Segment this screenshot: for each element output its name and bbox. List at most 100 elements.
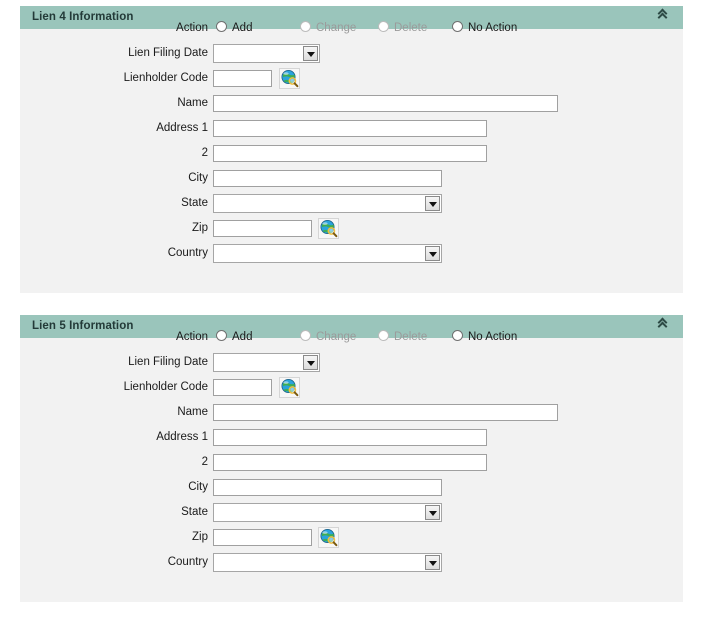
- chevron-down-icon[interactable]: [425, 246, 440, 261]
- lien-4-action-no-action-label: No Action: [468, 22, 518, 34]
- radio-icon: [300, 21, 311, 32]
- radio-icon: [452, 21, 463, 32]
- lien-5-filing-date-row: Lien Filing Date: [20, 350, 683, 375]
- lien-5-name-row: Name: [20, 400, 683, 425]
- lien-5-city-input[interactable]: [213, 479, 442, 496]
- lien-5-city-label-col: City: [20, 475, 208, 500]
- lien-4-state-label: State: [181, 197, 208, 209]
- lien-5-action-change-label: Change: [316, 331, 357, 343]
- lien-4-panel-body: Action Add Change Delete No Action Lien …: [20, 21, 683, 293]
- globe-search-icon[interactable]: [318, 218, 339, 239]
- lien-5-address2-label: 2: [201, 456, 208, 468]
- lien-4-action-add[interactable]: Add: [216, 16, 252, 41]
- lien-5-zip-row: Zip: [20, 525, 683, 550]
- chevron-down-icon[interactable]: [425, 505, 440, 520]
- lien-5-city-label: City: [188, 481, 208, 493]
- lien-5-country-label-col: Country: [20, 550, 208, 575]
- lien-5-filing-date-label-col: Lien Filing Date: [20, 350, 208, 375]
- lien-5-zip-label-col: Zip: [20, 525, 208, 550]
- lien-5-action-delete-label: Delete: [394, 331, 428, 343]
- lien-4-action-label-col: Action: [20, 16, 208, 41]
- radio-icon: [300, 330, 311, 341]
- lien-5-action-change[interactable]: Change: [300, 325, 356, 350]
- lien-4-zip-input[interactable]: [213, 220, 312, 237]
- lien-5-action-label: Action: [176, 331, 208, 343]
- lien-4-name-input[interactable]: [213, 95, 558, 112]
- lien-5-address1-label-col: Address 1: [20, 425, 208, 450]
- lien-5-state-select[interactable]: [213, 503, 442, 522]
- lien-4-zip-label: Zip: [192, 222, 208, 234]
- lien-4-city-row: City: [20, 166, 683, 191]
- lien-4-country-select[interactable]: [213, 244, 442, 263]
- lien-4-city-label-col: City: [20, 166, 208, 191]
- lien-5-address1-row: Address 1: [20, 425, 683, 450]
- lien-5-address1-label: Address 1: [156, 431, 208, 443]
- lien-5-action-add[interactable]: Add: [216, 325, 252, 350]
- lien-5-zip-label: Zip: [192, 531, 208, 543]
- lien-4-zip-label-col: Zip: [20, 216, 208, 241]
- lien-5-panel: Lien 5 Information Action Add Change Del…: [20, 315, 683, 602]
- lien-4-action-change[interactable]: Change: [300, 16, 356, 41]
- lien-5-name-input[interactable]: [213, 404, 558, 421]
- lien-5-city-row: City: [20, 475, 683, 500]
- lien-5-state-label-col: State: [20, 500, 208, 525]
- radio-icon: [378, 330, 389, 341]
- lien-4-address1-input[interactable]: [213, 120, 487, 137]
- radio-icon: [378, 21, 389, 32]
- lien-5-action-no-action[interactable]: No Action: [452, 325, 517, 350]
- lien-4-country-row: Country: [20, 241, 683, 266]
- lien-4-state-select[interactable]: [213, 194, 442, 213]
- lien-4-action-delete[interactable]: Delete: [378, 16, 427, 41]
- lien-5-lienholder-code-row: Lienholder Code: [20, 375, 683, 400]
- globe-search-icon[interactable]: [318, 527, 339, 548]
- lien-5-country-select[interactable]: [213, 553, 442, 572]
- lien-4-address1-row: Address 1: [20, 116, 683, 141]
- lien-5-state-label: State: [181, 506, 208, 518]
- lien-5-zip-input[interactable]: [213, 529, 312, 546]
- lien-4-address1-label-col: Address 1: [20, 116, 208, 141]
- lien-4-filing-date-select[interactable]: [213, 44, 320, 63]
- chevron-down-icon[interactable]: [303, 46, 318, 61]
- lien-5-country-label: Country: [167, 556, 208, 568]
- chevron-down-icon[interactable]: [425, 555, 440, 570]
- lien-5-filing-date-select[interactable]: [213, 353, 320, 372]
- lien-4-country-label: Country: [167, 247, 208, 259]
- lien-5-filing-date-label: Lien Filing Date: [128, 356, 208, 368]
- lien-5-panel-body: Action Add Change Delete No Action Lien …: [20, 330, 683, 602]
- lien-4-lienholder-code-label-col: Lienholder Code: [20, 66, 208, 91]
- radio-icon: [216, 21, 227, 32]
- lien-4-action-no-action[interactable]: No Action: [452, 16, 517, 41]
- lien-4-action-add-label: Add: [232, 22, 253, 34]
- lien-4-filing-date-label-col: Lien Filing Date: [20, 41, 208, 66]
- globe-search-icon[interactable]: [279, 377, 300, 398]
- lien-4-action-row: Action Add Change Delete No Action: [20, 16, 683, 41]
- lien-4-address2-row: 2: [20, 141, 683, 166]
- lien-4-panel: Lien 4 Information Action Add Change Del…: [20, 6, 683, 293]
- globe-search-icon[interactable]: [279, 68, 300, 89]
- lien-5-address2-label-col: 2: [20, 450, 208, 475]
- lien-5-lienholder-code-input[interactable]: [213, 379, 272, 396]
- radio-icon: [216, 330, 227, 341]
- chevron-down-icon[interactable]: [425, 196, 440, 211]
- lien-4-name-row: Name: [20, 91, 683, 116]
- lien-5-action-no-action-label: No Action: [468, 331, 518, 343]
- lien-5-name-label-col: Name: [20, 400, 208, 425]
- lien-information-page: Lien 4 Information Action Add Change Del…: [0, 0, 708, 619]
- lien-5-state-row: State: [20, 500, 683, 525]
- lien-4-lienholder-code-input[interactable]: [213, 70, 272, 87]
- lien-5-country-row: Country: [20, 550, 683, 575]
- lien-5-action-delete[interactable]: Delete: [378, 325, 427, 350]
- lien-5-address1-input[interactable]: [213, 429, 487, 446]
- lien-5-lienholder-code-label-col: Lienholder Code: [20, 375, 208, 400]
- lien-5-action-row: Action Add Change Delete No Action: [20, 325, 683, 350]
- lien-5-address2-input[interactable]: [213, 454, 487, 471]
- lien-4-name-label: Name: [177, 97, 208, 109]
- lien-4-lienholder-code-label: Lienholder Code: [123, 72, 208, 84]
- lien-4-filing-date-row: Lien Filing Date: [20, 41, 683, 66]
- lien-4-city-input[interactable]: [213, 170, 442, 187]
- lien-4-address1-label: Address 1: [156, 122, 208, 134]
- lien-4-country-label-col: Country: [20, 241, 208, 266]
- chevron-down-icon[interactable]: [303, 355, 318, 370]
- lien-5-action-add-label: Add: [232, 331, 253, 343]
- lien-4-address2-input[interactable]: [213, 145, 487, 162]
